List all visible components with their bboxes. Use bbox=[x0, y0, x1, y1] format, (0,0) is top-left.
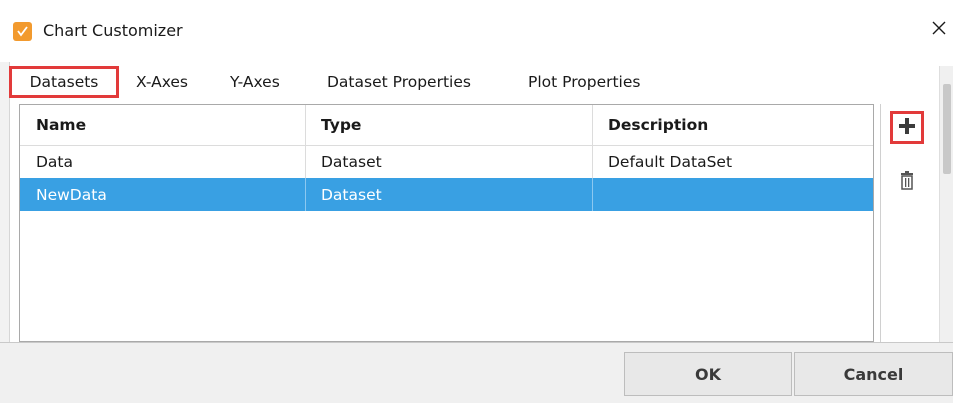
column-divider bbox=[592, 178, 593, 211]
tab-datasets[interactable]: Datasets bbox=[9, 66, 119, 98]
cell-type[interactable]: Dataset bbox=[305, 178, 592, 211]
plus-icon[interactable] bbox=[898, 117, 916, 139]
column-divider bbox=[305, 178, 306, 211]
tab-x-axes[interactable]: X-Axes bbox=[136, 68, 188, 96]
tab-plot-properties[interactable]: Plot Properties bbox=[528, 68, 640, 96]
column-header-name[interactable]: Name bbox=[20, 105, 305, 145]
column-header-type[interactable]: Type bbox=[305, 105, 592, 145]
trash-icon[interactable] bbox=[898, 171, 916, 191]
table-row[interactable]: Data Dataset Default DataSet bbox=[20, 145, 873, 179]
tab-strip: Datasets X-Axes Y-Axes Dataset Propertie… bbox=[9, 64, 939, 100]
tab-y-axes[interactable]: Y-Axes bbox=[230, 68, 280, 96]
cell-name[interactable]: Data bbox=[20, 145, 305, 178]
tab-dataset-properties[interactable]: Dataset Properties bbox=[327, 68, 471, 96]
cancel-button[interactable]: Cancel bbox=[794, 352, 953, 396]
vertical-scrollbar[interactable] bbox=[939, 66, 953, 342]
column-header-description[interactable]: Description bbox=[592, 105, 873, 145]
cell-description[interactable]: Default DataSet bbox=[592, 145, 873, 178]
table-header: Name Type Description bbox=[20, 105, 873, 146]
add-dataset-button[interactable] bbox=[890, 111, 924, 144]
table-row-selected[interactable]: NewData Dataset bbox=[20, 178, 873, 211]
datasets-table: Name Type Description Data Dataset Defau… bbox=[19, 104, 874, 342]
ok-button[interactable]: OK bbox=[624, 352, 792, 396]
close-icon[interactable] bbox=[931, 20, 947, 40]
title-bar: Chart Customizer bbox=[0, 0, 953, 62]
chart-customizer-icon bbox=[13, 22, 32, 41]
scrollbar-thumb[interactable] bbox=[943, 84, 951, 174]
cell-description[interactable] bbox=[592, 178, 873, 211]
close-button[interactable] bbox=[925, 14, 953, 46]
window-title: Chart Customizer bbox=[43, 21, 183, 40]
cell-name[interactable]: NewData bbox=[20, 178, 305, 211]
cell-type[interactable]: Dataset bbox=[305, 145, 592, 178]
